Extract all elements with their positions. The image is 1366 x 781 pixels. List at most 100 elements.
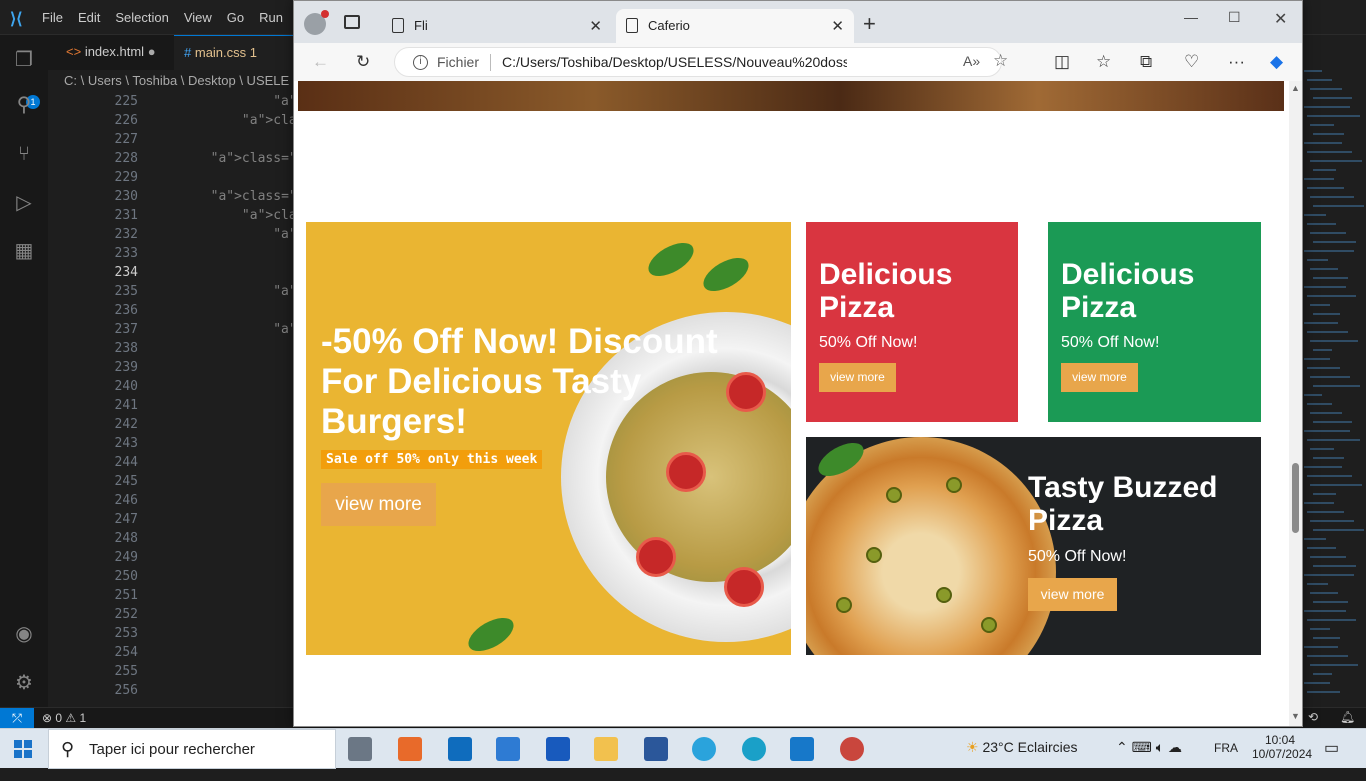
address-bar[interactable]: i Fichier C:/Users/Toshiba/Desktop/USELE… [394, 47, 1008, 77]
browser-tab-fli[interactable]: Fli ✕ [382, 9, 612, 43]
collections-icon[interactable]: ⧉ [1140, 52, 1152, 72]
store-icon[interactable] [496, 737, 520, 761]
telegram-icon[interactable] [692, 737, 716, 761]
close-window-icon[interactable]: ✕ [1274, 9, 1287, 29]
minimap-line [1304, 178, 1334, 180]
vscode-logo-icon: ⟩⟨ [10, 11, 23, 28]
account-icon[interactable]: ◉ [12, 622, 36, 646]
extensions-icon[interactable]: ▦ [12, 239, 36, 263]
profile-avatar[interactable] [304, 10, 329, 35]
minimap-line [1304, 646, 1338, 648]
olive-image [836, 597, 852, 613]
menu-file[interactable]: File [42, 10, 63, 25]
more-menu-icon[interactable]: ··· [1228, 52, 1245, 72]
view-more-button[interactable]: view more [321, 483, 436, 526]
search-icon[interactable]: ⚲ [12, 93, 36, 117]
line-number: 256 [114, 683, 138, 698]
line-number: 230 [114, 189, 138, 204]
refresh-icon[interactable]: ↻ [356, 52, 370, 72]
page-scrollbar[interactable]: ▲ ▼ [1289, 81, 1302, 726]
live-share-icon[interactable]: ⟲ [1308, 710, 1318, 724]
menu-edit[interactable]: Edit [78, 10, 100, 25]
word-doc-icon[interactable] [644, 737, 668, 761]
notification-center-icon[interactable]: ▭ [1324, 738, 1339, 778]
minimize-icon[interactable]: — [1184, 9, 1198, 25]
source-control-icon[interactable]: ⑂ [12, 142, 36, 166]
close-tab-icon[interactable]: ✕ [831, 17, 844, 35]
minimap-line [1310, 484, 1362, 486]
tab-index-html[interactable]: <> index.html ● [56, 35, 174, 70]
breadcrumb[interactable]: C: \ Users \ Toshiba \ Desktop \ USELE [64, 73, 289, 88]
minimap[interactable] [1300, 70, 1366, 708]
search-placeholder: Taper ici pour rechercher [89, 741, 255, 758]
info-icon[interactable]: i [413, 55, 428, 70]
address-divider [490, 54, 491, 71]
language-indicator[interactable]: FRA [1214, 741, 1238, 781]
menu-run[interactable]: Run [259, 10, 283, 25]
line-number: 236 [114, 303, 138, 318]
favorite-star-icon[interactable]: ☆ [993, 51, 1008, 71]
url-text[interactable]: C:/Users/Toshiba/Desktop/USELESS/Nouveau… [502, 54, 847, 70]
explorer-icon[interactable]: ❐ [12, 48, 36, 72]
maximize-icon[interactable]: ☐ [1228, 9, 1241, 26]
tab-actions-icon[interactable] [344, 15, 360, 29]
task-view-icon[interactable] [348, 737, 372, 761]
split-screen-icon[interactable]: ◫ [1054, 52, 1070, 72]
start-button-icon[interactable] [14, 740, 32, 758]
menu-view[interactable]: View [184, 10, 212, 25]
xampp-icon[interactable] [398, 737, 422, 761]
menu-selection[interactable]: Selection [115, 10, 168, 25]
minimap-line [1307, 655, 1348, 657]
weather-widget[interactable]: ☀ 23°C Eclaircies [966, 739, 1078, 779]
vscode-icon[interactable] [790, 737, 814, 761]
banner-title: Tasty Buzzed Pizza [1028, 471, 1218, 537]
scroll-up-icon[interactable]: ▲ [1291, 83, 1300, 93]
back-icon[interactable]: ← [312, 52, 329, 72]
view-more-button[interactable]: view more [1061, 363, 1138, 392]
minimap-line [1310, 160, 1362, 162]
clock[interactable]: 10:04 10/07/2024 [1252, 733, 1312, 773]
new-tab-icon[interactable]: + [863, 11, 876, 37]
mail-icon[interactable] [448, 737, 472, 761]
scroll-down-icon[interactable]: ▼ [1291, 711, 1300, 721]
minimap-line [1313, 529, 1364, 531]
line-number: 229 [114, 170, 138, 185]
code-editor[interactable]: 225 "a">class="p"></class="t">div>226 "a… [48, 94, 548, 706]
minimap-line [1310, 520, 1354, 522]
tab-title: Fli [414, 18, 428, 33]
word-icon[interactable] [546, 737, 570, 761]
scrollbar-thumb[interactable] [1292, 463, 1299, 533]
view-more-button[interactable]: view more [819, 363, 896, 392]
minimap-line [1313, 601, 1348, 603]
read-aloud-icon[interactable]: A» [963, 53, 980, 69]
copilot-icon[interactable]: ◆ [1270, 52, 1283, 72]
tray-icons[interactable]: ⌃ ⌨ 🔈︎ ☁ [1116, 739, 1182, 779]
minimap-line [1304, 430, 1350, 432]
app-icon[interactable] [840, 737, 864, 761]
menu-go[interactable]: Go [227, 10, 244, 25]
banner-pizza-green: Delicious Pizza 50% Off Now! view more [1048, 222, 1261, 422]
line-number: 239 [114, 360, 138, 375]
minimap-line [1304, 358, 1330, 360]
notifications-icon[interactable]: 🔔︎ [1340, 710, 1355, 724]
problems-indicator[interactable]: ⊗ 0 ⚠ 1 [42, 711, 86, 725]
tomato-image [666, 452, 706, 492]
view-more-button[interactable]: view more [1028, 578, 1117, 611]
tab-title: Caferio [648, 18, 690, 33]
banner-pizza-red: Delicious Pizza 50% Off Now! view more [806, 222, 1018, 422]
minimap-line [1304, 106, 1350, 108]
close-tab-icon[interactable]: ✕ [589, 17, 602, 35]
browser-tab-caferio[interactable]: Caferio ✕ [616, 9, 854, 43]
edge-icon[interactable] [742, 737, 766, 761]
favorites-icon[interactable]: ☆ [1096, 52, 1111, 72]
remote-icon[interactable]: ⤱ [0, 708, 34, 729]
settings-gear-icon[interactable]: ⚙ [12, 671, 36, 695]
file-explorer-icon[interactable] [594, 737, 618, 761]
line-number: 240 [114, 379, 138, 394]
minimap-line [1307, 403, 1332, 405]
browser-tab-strip: Fli ✕ Caferio ✕ + — ☐ ✕ [294, 1, 1302, 43]
browser-essentials-icon[interactable]: ♡ [1184, 52, 1199, 72]
run-debug-icon[interactable]: ▷ [12, 191, 36, 215]
minimap-line [1307, 79, 1332, 81]
taskbar-search[interactable]: ⚲ Taper ici pour rechercher [48, 729, 336, 769]
